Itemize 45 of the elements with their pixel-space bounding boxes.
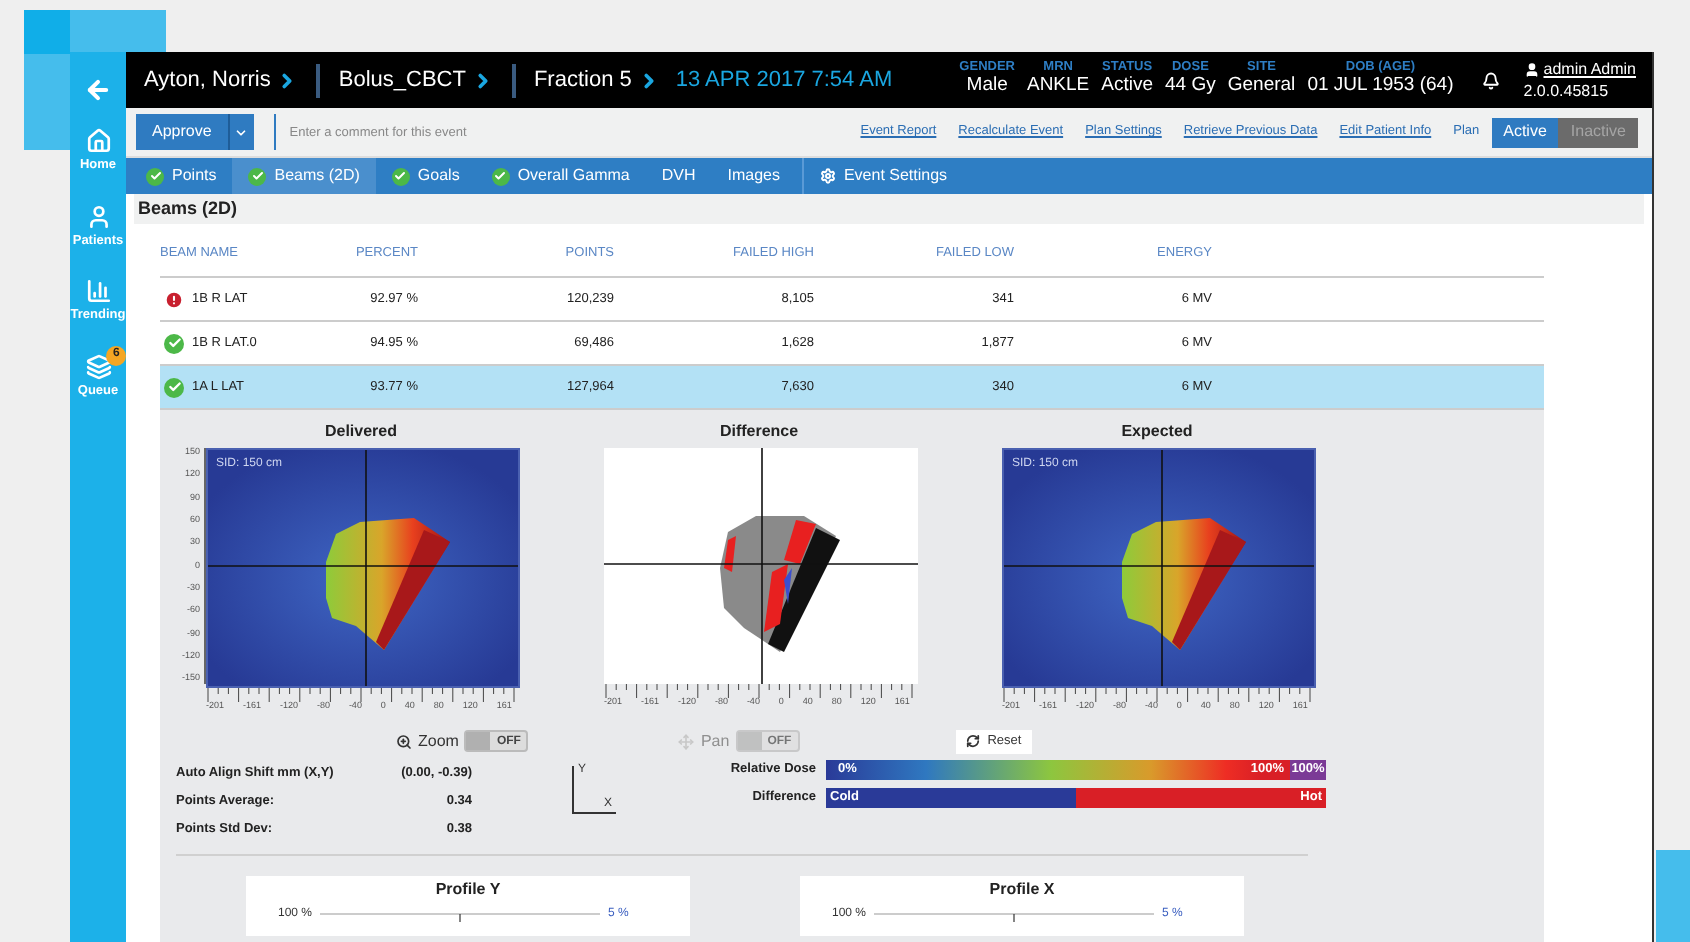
user-icon xyxy=(1523,62,1540,78)
field-value: ANKLE xyxy=(1026,74,1090,99)
check-icon xyxy=(391,167,410,185)
home-icon xyxy=(85,128,111,154)
field-value: Active xyxy=(1101,74,1154,99)
decor-square xyxy=(1656,850,1690,942)
profile-title: Profile Y xyxy=(435,882,501,899)
tab[interactable]: Overall Gamma xyxy=(475,158,646,194)
stack-icon xyxy=(85,353,111,379)
bar-chart-icon xyxy=(85,278,111,304)
tab[interactable]: Images xyxy=(711,158,796,194)
move-icon xyxy=(678,733,695,749)
field-value: 44 Gy xyxy=(1165,74,1216,99)
check-icon xyxy=(146,167,164,185)
bell-icon[interactable] xyxy=(1481,71,1500,89)
tab[interactable]: DVH xyxy=(645,158,712,194)
refresh-icon xyxy=(965,734,980,748)
settings-icon xyxy=(819,168,836,184)
check-icon xyxy=(491,167,510,185)
section-title: Beams (2D) xyxy=(138,195,238,222)
profile-title: Profile X xyxy=(989,882,1055,899)
caret-icon xyxy=(234,125,249,139)
plan-toggle-option[interactable]: Active xyxy=(1491,117,1559,147)
image-title: Expected xyxy=(1119,420,1195,444)
dropdown-button[interactable] xyxy=(227,114,254,150)
user-link[interactable]: admin Admin xyxy=(1543,58,1636,82)
tab[interactable]: Points xyxy=(130,158,233,194)
approve-button[interactable]: Approve xyxy=(136,114,228,150)
field-value: 01 JUL 1953 (64) xyxy=(1307,74,1454,99)
breadcrumb-link[interactable]: Fraction 5 xyxy=(533,63,632,97)
image-title: Difference xyxy=(717,420,801,444)
field-value: Male xyxy=(966,74,1008,99)
breadcrumb-link[interactable]: Bolus_CBCT xyxy=(338,63,466,97)
check-icon xyxy=(248,167,267,185)
control-label: Zoom xyxy=(418,729,459,753)
version-text: 2.0.0.45815 xyxy=(1523,82,1611,102)
tab[interactable]: Goals xyxy=(375,158,476,194)
field-value: General xyxy=(1227,74,1296,99)
control-label: Pan xyxy=(700,729,730,753)
zoom-icon xyxy=(396,733,412,749)
tab[interactable]: Beams (2D) xyxy=(232,158,376,194)
date-text: 13 APR 2017 7:54 AM xyxy=(675,65,893,96)
image-title: Delivered xyxy=(322,420,400,444)
breadcrumb-link[interactable]: Ayton, Norris xyxy=(144,63,271,97)
person-icon xyxy=(85,203,111,229)
